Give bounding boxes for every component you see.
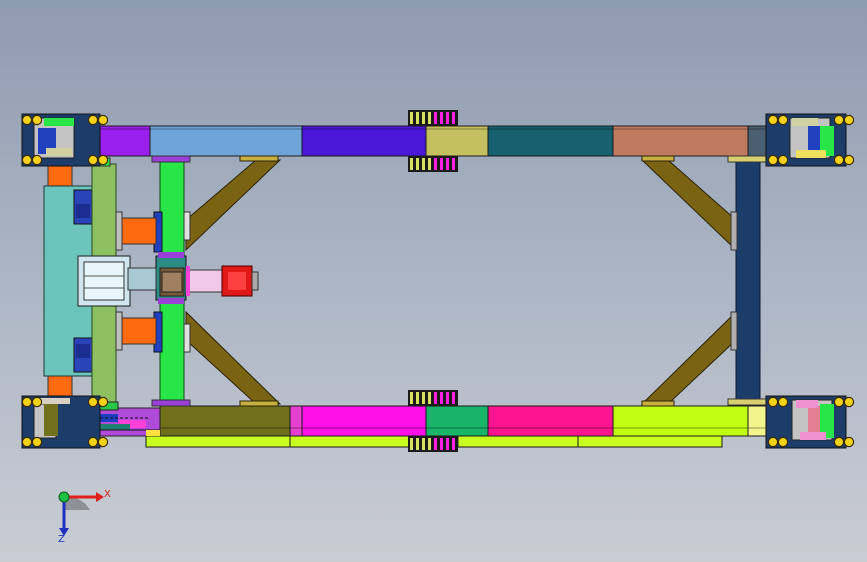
bearing-roller [767, 114, 779, 126]
rack-tooth [428, 158, 431, 170]
diagonal-struts [185, 155, 737, 407]
bearing-roller [31, 396, 43, 408]
z-axis-label: Z [58, 534, 65, 545]
rack-tooth [440, 158, 443, 170]
rack-tooth [434, 392, 437, 404]
rack-tooth [428, 392, 431, 404]
bearing-roller [833, 436, 845, 448]
rack-tooth [440, 438, 443, 450]
rack-tooth [446, 158, 449, 170]
top-rail[interactable] [55, 125, 811, 157]
bearing-roller [833, 114, 845, 126]
bearing-roller [87, 396, 99, 408]
bottom-rail[interactable] [145, 405, 811, 448]
bottom-rail-segment-1 [159, 405, 293, 437]
bottom-rail-segment-4 [487, 405, 614, 437]
rack-tooth [410, 392, 413, 404]
right-beam-body [735, 159, 761, 405]
bearing-roller [777, 396, 789, 408]
bearing-roller [767, 396, 779, 408]
bearing-roller [767, 154, 779, 166]
x-axis-label: X [104, 489, 111, 500]
rack-tooth [452, 438, 455, 450]
bearing-roller [21, 436, 33, 448]
bearing-roller [843, 436, 855, 448]
strut-upper-left [185, 159, 282, 252]
top-rail-segment-4 [425, 125, 489, 157]
x-axis-arrow [96, 492, 104, 502]
rack-tooth [416, 112, 419, 124]
bearing-roller [87, 114, 99, 126]
rack-tooth [440, 392, 443, 404]
bearing-roller [31, 436, 43, 448]
bottom-rail-joint [289, 405, 303, 437]
strut-lower-right [640, 310, 737, 405]
bearing-roller [21, 396, 33, 408]
bearing-roller [777, 154, 789, 166]
rack-tooth [416, 438, 419, 450]
bearing-roller [843, 396, 855, 408]
rack-tooth [422, 392, 425, 404]
bottom-rail-segment-2 [301, 405, 427, 437]
rack-tooth [452, 392, 455, 404]
frame-assembly-drawing: X Z [21, 110, 855, 545]
top-rail-segment-2 [149, 125, 303, 157]
rack-tooth [434, 158, 437, 170]
corner-block-bottom-right[interactable] [765, 395, 847, 449]
rack-tooth [428, 112, 431, 124]
bottom-rail-segment-5 [612, 405, 749, 437]
right-cross-beam[interactable] [727, 155, 769, 406]
bearing-roller [843, 154, 855, 166]
rack-tooth [452, 158, 455, 170]
bearing-roller [21, 154, 33, 166]
cylinder-body [185, 269, 223, 293]
rack-tooth [428, 438, 431, 450]
rack-tooth [446, 112, 449, 124]
bearing-roller [97, 114, 109, 126]
rack-tooth [440, 112, 443, 124]
rack-tooth [452, 112, 455, 124]
bearing-roller [31, 114, 43, 126]
bearing-roller [777, 114, 789, 126]
rack-tooth [410, 438, 413, 450]
rack-tooth [416, 158, 419, 170]
bearing-roller [97, 436, 109, 448]
strut-lower-left [185, 310, 282, 405]
rack-tooth [410, 158, 413, 170]
rack-tooth [446, 392, 449, 404]
rack-tooth [434, 438, 437, 450]
orange-block-top [47, 165, 73, 189]
bearing-roller [777, 436, 789, 448]
rack-tooth [434, 112, 437, 124]
axis-triad: X Z [58, 489, 111, 545]
rack-tooth [422, 438, 425, 450]
bearing-roller [21, 114, 33, 126]
bearing-roller [833, 154, 845, 166]
rack-tooth [410, 112, 413, 124]
orange-block-bottom [47, 373, 73, 397]
bearing-roller [97, 396, 109, 408]
bearing-roller [87, 436, 99, 448]
bearing-roller [843, 114, 855, 126]
top-rail-segment-6 [612, 125, 749, 157]
rack-tooth [422, 112, 425, 124]
cad-viewport[interactable]: X Z [0, 0, 867, 562]
rack-tooth [416, 392, 419, 404]
rack-tooth [422, 158, 425, 170]
top-rail-segment-5 [487, 125, 614, 157]
bearing-roller [87, 154, 99, 166]
bearing-roller [31, 154, 43, 166]
corner-block-top-right[interactable] [765, 113, 847, 167]
rack-tooth [446, 438, 449, 450]
origin-sphere [58, 491, 70, 503]
bearing-roller [97, 154, 109, 166]
top-rail-segment-3 [301, 125, 427, 157]
bearing-roller [767, 436, 779, 448]
bearing-roller [833, 396, 845, 408]
strut-upper-right [640, 159, 737, 252]
bottom-rail-segment-3 [425, 405, 489, 437]
